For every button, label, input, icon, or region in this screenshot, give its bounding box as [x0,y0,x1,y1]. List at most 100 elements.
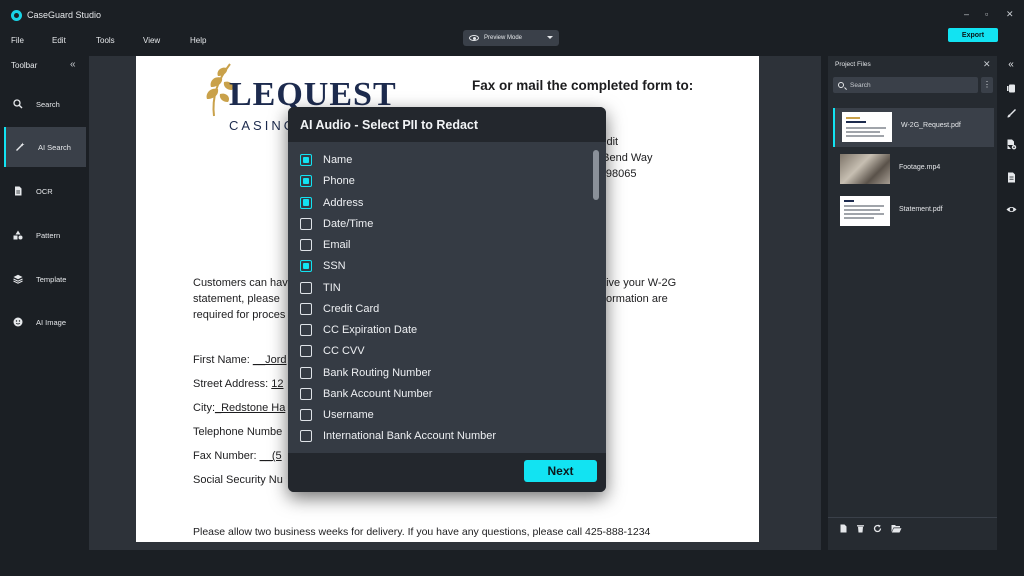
menu-file[interactable]: File [11,36,24,45]
form-field: City:_Redstone Ha [193,402,285,414]
tool-template[interactable]: Template [4,259,86,299]
search-icon [838,82,844,88]
checkbox-unchecked[interactable] [300,409,312,421]
restore-icon[interactable]: ▫ [985,9,988,20]
layers-icon [13,274,23,284]
tool-search[interactable]: Search [4,84,86,124]
pii-option[interactable]: Credit Card [300,301,379,317]
tool-label: Template [36,274,67,284]
dialog-scrollbar[interactable] [593,150,599,200]
file-name: Footage.mp4 [899,164,941,171]
pii-option[interactable]: SSN [300,258,346,274]
pii-option-label: Name [323,154,353,166]
eye-icon[interactable] [1005,204,1017,216]
toolbar-title: Toolbar [11,61,38,70]
more-options-icon[interactable]: ⋮ [981,77,993,93]
pii-option[interactable]: Name [300,152,352,168]
pii-option-list[interactable]: Name Phone Address Date/Time Email SSN TIN Cred… [288,147,606,453]
form-field: Telephone Numbe [193,426,282,438]
pii-option[interactable]: Bank Routing Number [300,365,431,381]
tool-ai-search[interactable]: AI Search [4,127,86,167]
trash-icon[interactable] [856,524,865,535]
dialog-title: AI Audio - Select PII to Redact [300,118,479,132]
menu-view[interactable]: View [143,36,160,45]
form-field: First Name: __Jord [193,354,287,366]
close-panel-icon[interactable]: ✕ [983,59,991,70]
right-rail: « [999,56,1024,550]
pii-option[interactable]: Username [300,407,374,423]
files-search-input[interactable]: Search [833,77,978,93]
file-item[interactable]: Statement.pdf [833,192,994,231]
export-button[interactable]: Export [948,28,998,42]
pii-option[interactable]: CC Expiration Date [300,322,417,338]
pii-option[interactable]: CC CVV [300,343,365,359]
field-label: City: [193,402,215,414]
minimize-icon[interactable]: – [964,9,969,20]
menu-help[interactable]: Help [190,36,206,45]
dialog-footer: Next [288,453,606,492]
checkbox-unchecked[interactable] [300,324,312,336]
menu-edit[interactable]: Edit [52,36,66,45]
brush-icon[interactable] [1005,108,1017,120]
pii-option[interactable]: TIN [300,280,341,296]
form-field: Street Address: 12 [193,378,284,390]
document-settings-icon[interactable] [1005,139,1017,151]
pii-option[interactable]: Email [300,237,351,253]
preview-mode-label: Preview Mode [484,35,523,41]
collapse-toolbar-icon[interactable]: « [70,59,76,70]
pii-option-label: CC Expiration Date [323,324,418,336]
checkbox-unchecked[interactable] [300,281,312,294]
tool-ocr[interactable]: OCR [4,171,86,211]
app-title: CaseGuard Studio [27,10,102,20]
pii-option-label: Bank Routing Number [323,366,432,379]
project-files-panel: Project Files ✕ Search ⋮ W-2G_Request.pd… [828,56,997,550]
checkbox-checked[interactable] [300,154,312,166]
files-actions-bar [828,517,997,539]
file-item[interactable]: Footage.mp4 [833,150,994,189]
field-value: __(5 [259,450,282,462]
checkbox-checked[interactable] [300,196,312,209]
checkbox-unchecked[interactable] [300,302,312,315]
toolbar: Toolbar « Search AI Search OCR Pattern T… [0,56,86,550]
pii-option[interactable]: Date/Time [300,216,373,232]
paragraph-line: required for proces [193,309,286,321]
field-label: Telephone Numbe [193,426,283,438]
folder-open-icon[interactable] [891,524,902,535]
refresh-icon[interactable] [873,524,882,535]
checkbox-unchecked[interactable] [300,217,312,230]
checkbox-unchecked[interactable] [300,345,312,358]
preview-mode-dropdown[interactable]: Preview Mode [463,30,559,46]
app-logo-icon [11,10,22,21]
expand-rail-icon[interactable]: « [1005,59,1017,71]
file-icon[interactable] [1005,172,1017,184]
file-item[interactable]: W-2G_Request.pdf [833,108,994,147]
checkbox-unchecked[interactable] [300,430,312,443]
pii-option[interactable]: International Bank Account Number [300,428,496,444]
pii-option[interactable]: Address [300,195,363,211]
menu-tools[interactable]: Tools [96,36,115,45]
next-button[interactable]: Next [524,460,597,482]
checkbox-unchecked[interactable] [300,239,312,251]
pii-option[interactable]: Bank Account Number [300,386,432,402]
chevron-down-icon [547,36,553,39]
close-icon[interactable]: ✕ [1006,9,1014,20]
audio-icon[interactable] [1005,83,1017,95]
tool-label: AI Image [36,317,67,327]
checkbox-checked[interactable] [300,175,312,188]
tool-ai-image[interactable]: AI Image [4,302,86,342]
tool-pattern[interactable]: Pattern [4,215,86,255]
checkbox-checked[interactable] [300,260,312,273]
video-thumbnail [840,154,890,184]
face-icon [13,317,23,327]
checkbox-unchecked[interactable] [300,366,312,379]
paragraph-line: Customers can hav [193,277,288,289]
dialog-header: AI Audio - Select PII to Redact [288,107,606,142]
pii-option[interactable]: Phone [300,173,355,189]
pii-option-label: Address [323,196,364,209]
tool-label: AI Search [38,142,71,152]
tool-label: OCR [36,186,53,196]
add-file-icon[interactable] [839,524,848,535]
field-label: First Name: [193,354,250,366]
title-bar: CaseGuard Studio – ▫ ✕ [0,0,1024,30]
checkbox-unchecked[interactable] [300,387,312,400]
